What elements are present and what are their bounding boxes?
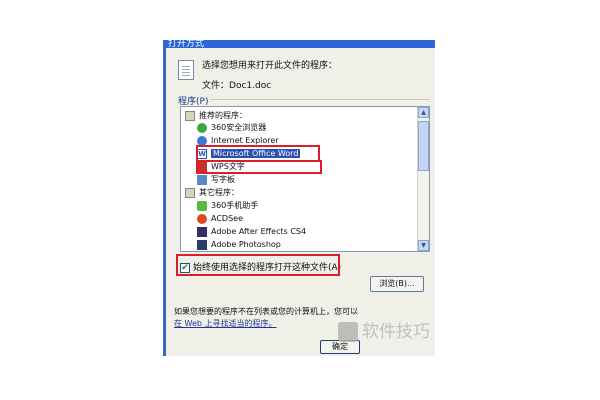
folder-icon [185, 110, 195, 121]
find-program-web-link[interactable]: 在 Web 上寻找适当的程序。 [174, 318, 277, 329]
acdsee-icon [197, 213, 207, 224]
program-label: Adobe After Effects CS4 [211, 227, 307, 236]
watermark: 软件技巧 [338, 318, 430, 346]
open-with-dialog: 打开方式 选择您想用来打开此文件的程序： 文件：Doc1.doc 程序(P) 推… [163, 40, 435, 356]
category-label: 其它程序： [199, 188, 239, 197]
highlight-box-wps [196, 160, 322, 174]
dialog-prompt: 选择您想用来打开此文件的程序： [202, 61, 338, 71]
program-item-360-phone-assistant[interactable]: 360手机助手 [197, 200, 258, 212]
photoshop-icon [197, 239, 207, 250]
program-label: 360手机助手 [211, 201, 259, 210]
program-item-wordpad[interactable]: 写字板 [197, 174, 235, 186]
screenshot-stage: 打开方式 选择您想用来打开此文件的程序： 文件：Doc1.doc 程序(P) 推… [0, 0, 600, 400]
watermark-text: 软件技巧 [362, 322, 430, 342]
folder-icon [185, 187, 195, 198]
watermark-logo-icon [338, 322, 358, 342]
group-divider [210, 99, 430, 100]
program-label: 写字板 [211, 175, 235, 184]
program-item-acdsee[interactable]: ACDSee [197, 213, 243, 225]
scroll-up-icon[interactable]: ▲ [418, 107, 429, 118]
wordpad-icon [197, 174, 207, 185]
scroll-thumb[interactable] [418, 121, 429, 171]
program-label: ACDSee [211, 214, 243, 223]
missing-program-hint: 如果您想要的程序不在列表或您的计算机上，您可以 [174, 307, 358, 316]
programs-list[interactable]: 推荐的程序： 360安全浏览器 Internet Explorer W Micro… [180, 106, 430, 252]
window-title: 打开方式 [168, 40, 205, 48]
category-other: 其它程序： [185, 187, 239, 199]
program-item-photoshop[interactable]: Adobe Photoshop [197, 239, 281, 251]
file-line: 文件：Doc1.doc [202, 78, 271, 91]
program-item-360-browser[interactable]: 360安全浏览器 [197, 122, 266, 134]
highlight-box-always-use [176, 254, 340, 276]
category-recommended: 推荐的程序： [185, 110, 247, 122]
360-browser-icon [197, 122, 207, 133]
program-label: Internet Explorer [211, 136, 279, 145]
after-effects-icon [197, 226, 207, 237]
list-scrollbar[interactable]: ▲ ▼ [417, 107, 429, 251]
program-item-after-effects[interactable]: Adobe After Effects CS4 [197, 226, 306, 238]
internet-explorer-icon [197, 135, 207, 146]
program-label: 360安全浏览器 [211, 123, 267, 132]
document-icon [178, 60, 194, 80]
category-label: 推荐的程序： [199, 111, 247, 120]
title-bar[interactable]: 打开方式 [166, 40, 435, 48]
browse-button[interactable]: 浏览(B)... [370, 276, 424, 292]
file-label: 文件： [202, 81, 230, 91]
file-name: Doc1.doc [229, 81, 272, 91]
program-label: Adobe Photoshop [211, 240, 281, 249]
360-phone-assistant-icon [197, 200, 207, 211]
scroll-down-icon[interactable]: ▼ [418, 240, 429, 251]
